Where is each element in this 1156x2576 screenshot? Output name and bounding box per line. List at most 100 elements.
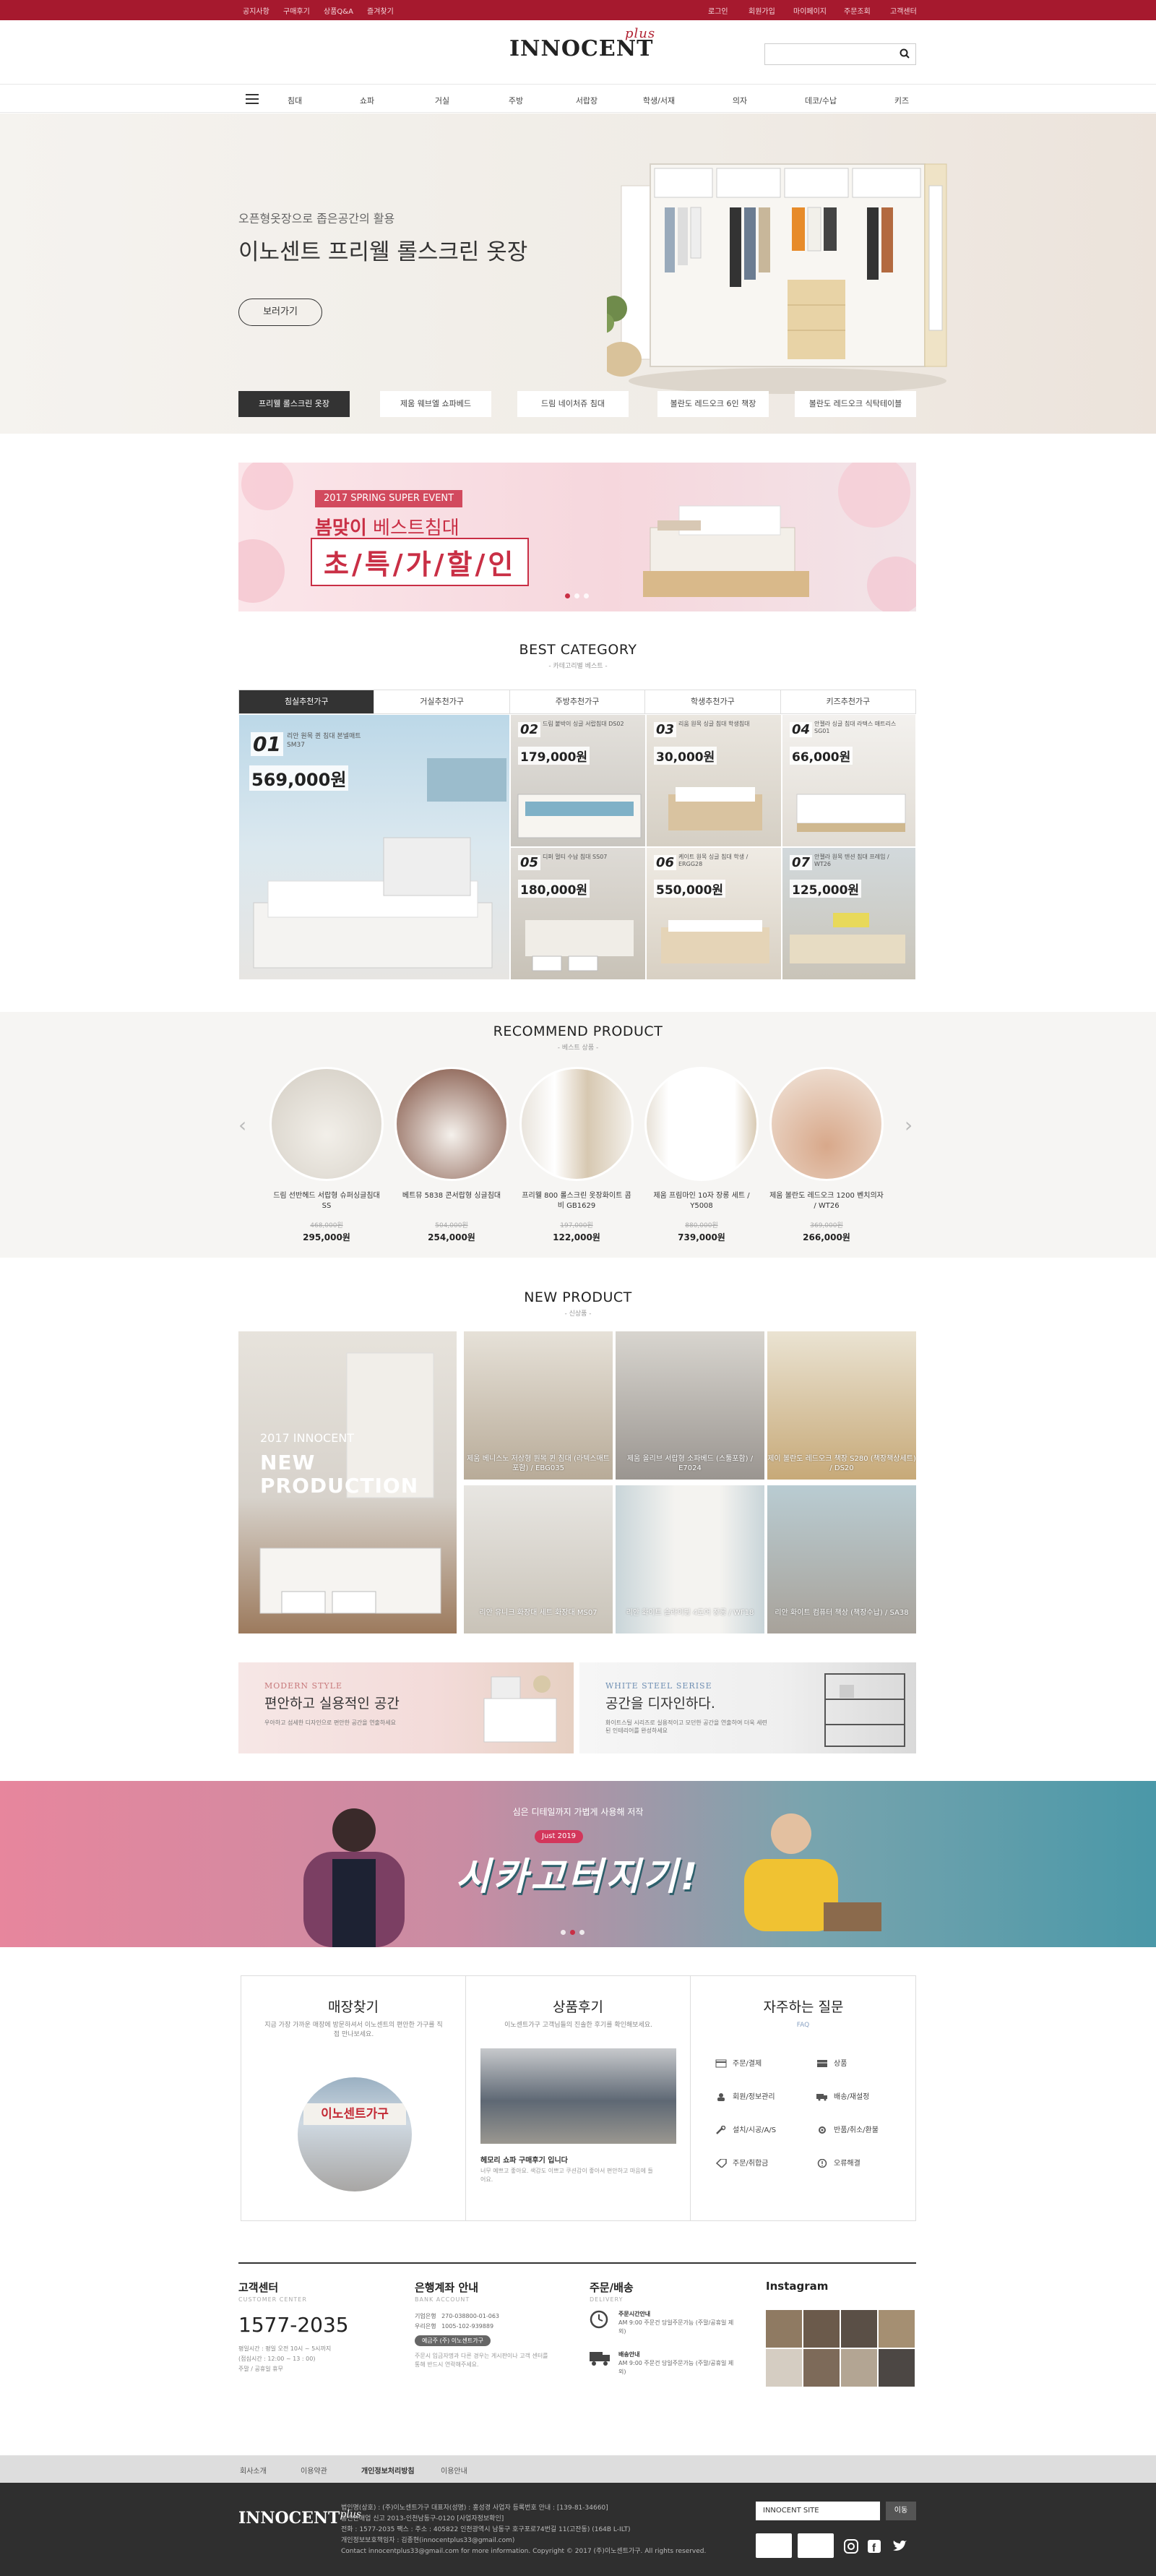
nav-item-kids[interactable]: 키즈: [894, 95, 909, 106]
site-go-button[interactable]: 이동: [886, 2502, 916, 2520]
hero-tab-5[interactable]: 볼란도 레드오크 식탁테이블: [795, 391, 916, 417]
tab-kitchen[interactable]: 주방추천가구: [509, 690, 646, 713]
chevron-left-icon[interactable]: ‹: [238, 1113, 246, 1137]
new-product-caption: 제움 베니스노 저상형 원목 퀸 침대 (라텍스매트포함) / EBG035: [467, 1455, 610, 1472]
banner-dots[interactable]: [565, 593, 589, 598]
top-link-favorite[interactable]: 즐겨찾기: [367, 5, 394, 16]
link-terms[interactable]: 이용약관: [301, 2465, 327, 2476]
faq-sub: FAQ: [796, 2022, 810, 2029]
product-name: 베트뮤 5838 콘서랍형 싱글침대: [402, 1192, 501, 1200]
hero-tab-1[interactable]: 프리웰 롤스크린 옷장: [238, 391, 350, 417]
instagram-photo[interactable]: [879, 2310, 915, 2348]
hero-tab-3[interactable]: 드림 네이처쥬 침대: [517, 391, 629, 417]
faq-item-payment[interactable]: 주문/결제: [715, 2057, 762, 2068]
instagram-photo[interactable]: [879, 2349, 915, 2387]
link-guide[interactable]: 이용안내: [441, 2465, 467, 2476]
bank-row2-label: 우리은행: [415, 2323, 436, 2330]
top-link-qna[interactable]: 상품Q&A: [324, 5, 353, 16]
faq-item-refund[interactable]: 반품/취소/환불: [816, 2124, 879, 2134]
faq[interactable]: 자주하는 질문 FAQ 주문/결제 상품 회원/정보관리 배송/재설정 설치/시…: [691, 1976, 916, 2220]
new-product-6[interactable]: 리안 화이트 컴퓨터 책상 (책장수납) / SA38: [767, 1485, 916, 1633]
facebook-icon[interactable]: f: [867, 2539, 881, 2554]
best-item-2[interactable]: 02 드림 붙박이 싱글 서랍침대 DS02 179,000원: [510, 714, 646, 847]
top-link-mypage[interactable]: 마이페이지: [793, 5, 827, 16]
link-privacy[interactable]: 개인정보처리방침: [361, 2465, 415, 2476]
tab-living[interactable]: 거실추천가구: [374, 690, 510, 713]
faq-item-deposit[interactable]: 주문/취합금: [715, 2157, 768, 2168]
best-item-7[interactable]: 07 안젤라 원목 텐션 침대 프레임 / WT26 125,000원: [782, 847, 916, 980]
nav-item-chair[interactable]: 의자: [733, 95, 747, 106]
store-finder[interactable]: 매장찾기 지금 가장 가까운 매장에 방문하셔서 이노센트의 편안한 가구를 직…: [241, 1976, 466, 2220]
tab-kids[interactable]: 키즈추천가구: [780, 690, 916, 713]
instagram-photo[interactable]: [803, 2310, 840, 2348]
instagram-photo[interactable]: [766, 2349, 802, 2387]
hero-tab-4[interactable]: 볼란도 레드오크 6인 책장: [657, 391, 769, 417]
spring-event-banner[interactable]: 2017 SPRING SUPER EVENT 봄맞이 베스트침대 초/특/가/…: [238, 463, 916, 611]
recommend-item-2[interactable]: 베트뮤 5838 콘서랍형 싱글침대 504,000원 254,000원: [394, 1067, 509, 1243]
promo-modern-style[interactable]: MODERN STYLE 편안하고 실용적인 공간 우아하고 섬세한 디자인으로…: [238, 1662, 574, 1753]
top-link-join[interactable]: 회원가입: [749, 5, 775, 16]
top-link-notice[interactable]: 공지사항: [243, 5, 269, 16]
celeb-banner-dots[interactable]: [561, 1930, 585, 1935]
brand-logo[interactable]: INNOCENT plus: [509, 26, 655, 61]
new-product-grid: 2017 INNOCENT NEW PRODUCTION 제움 베니스노 저상형…: [238, 1331, 916, 1633]
best-item-4[interactable]: 04 안젤라 싱글 침대 라텍스 매트리스 SG01 66,000원: [782, 714, 916, 847]
instagram-photo[interactable]: [841, 2310, 877, 2348]
top-link-cs[interactable]: 고객센터: [890, 5, 917, 16]
top-link-order[interactable]: 주문조회: [844, 5, 871, 16]
new-product-4[interactable]: 리안 유니크 화장대 세트 화장대 MS07: [464, 1485, 613, 1633]
nav-item-bed[interactable]: 침대: [288, 95, 302, 106]
best-item-6[interactable]: 06 케이트 원목 싱글 침대 학생 / ERGG28 550,000원: [646, 847, 782, 980]
hero-view-button[interactable]: 보러가기: [238, 299, 322, 326]
new-product-1[interactable]: 제움 베니스노 저상형 원목 퀸 침대 (라텍스매트포함) / EBG035: [464, 1331, 613, 1480]
best-item-1[interactable]: 01 리안 원목 퀸 침대 본넬매트 SM37 569,000원: [238, 714, 510, 980]
nav-item-deco[interactable]: 데코/수납: [805, 95, 837, 106]
recommend-item-3[interactable]: 프리웰 800 롤스크린 옷장화이트 콤비 GB1629 197,000원 12…: [519, 1067, 634, 1243]
item-price: 125,000원: [790, 880, 862, 898]
faq-item-delivery[interactable]: 배송/재설정: [816, 2090, 869, 2101]
search-icon[interactable]: [900, 48, 910, 59]
brand-plus: plus: [625, 26, 656, 41]
new-product-3[interactable]: 제이 볼란도 레드오크 책장 S280 (책장책상세트) / DS20: [767, 1331, 916, 1480]
celeb-event-banner[interactable]: 심은 디테일까지 가볍게 사용해 저작 Just 2019 시카고터지기!: [0, 1781, 1156, 1947]
recommend-item-5[interactable]: 제움 볼란도 레드오크 1200 벤치의자 / WT26 369,000원 26…: [769, 1067, 884, 1243]
footer-line: 개인정보보호책임자 : 김종현(innocentplus33@gmail.com…: [341, 2537, 515, 2544]
promo-white-steel[interactable]: WHITE STEEL SERISE 공간을 디자인하다. 화이트스틸 시리즈로…: [579, 1662, 916, 1753]
nav-item-kitchen[interactable]: 주방: [509, 95, 523, 106]
instagram-photo[interactable]: [803, 2349, 840, 2387]
best-item-3[interactable]: 03 리움 원목 싱글 침대 학생침대 30,000원: [646, 714, 782, 847]
product-price: 254,000원: [428, 1232, 475, 1242]
menu-icon[interactable]: [246, 94, 259, 104]
product-review[interactable]: 상품후기 이노센트가구 고객님들의 진솔한 후기를 확인해보세요. 헤모리 쇼파…: [466, 1976, 691, 2220]
faq-item-member[interactable]: 회원/정보관리: [715, 2090, 775, 2101]
link-company[interactable]: 회사소개: [240, 2465, 267, 2476]
nav-item-study[interactable]: 학생/서재: [643, 95, 675, 106]
site-select[interactable]: INNOCENT SITE: [756, 2502, 880, 2520]
new-product-5[interactable]: 리안 화이트 슬라이딩 4도어 장롱 / WF18: [616, 1485, 764, 1633]
faq-item-product[interactable]: 상품: [816, 2057, 847, 2068]
nav-item-drawer[interactable]: 서랍장: [576, 95, 598, 106]
page: 공지사항 구매후기 상품Q&A 즐겨찾기 로그인 회원가입 마이페이지 주문조회…: [0, 0, 1156, 2576]
recommend-item-1[interactable]: 드림 선반헤드 서랍형 슈퍼싱글침대SS 468,000원 295,000원: [269, 1067, 384, 1243]
instagram-photo[interactable]: [841, 2349, 877, 2387]
recommend-item-4[interactable]: 제움 프림마인 10자 장롱 세트 / Y5008 880,000원 739,0…: [644, 1067, 759, 1243]
top-link-login[interactable]: 로그인: [708, 5, 728, 16]
faq-item-error[interactable]: 오류해결: [816, 2157, 860, 2168]
faq-item-install[interactable]: 설치/시공/A/S: [715, 2124, 776, 2134]
instagram-icon[interactable]: [844, 2539, 858, 2554]
search-input[interactable]: [764, 43, 916, 65]
new-product-hero[interactable]: 2017 INNOCENT NEW PRODUCTION: [238, 1331, 457, 1633]
hero-tab-2[interactable]: 제움 웨브엘 쇼파베드: [380, 391, 491, 417]
bank-holder: 예금주 (주) 이노센트가구: [415, 2335, 491, 2346]
nav-item-living[interactable]: 거실: [435, 95, 449, 106]
tab-student[interactable]: 학생추천가구: [645, 690, 781, 713]
nav-item-sofa[interactable]: 쇼파: [360, 95, 374, 106]
chevron-right-icon[interactable]: ›: [905, 1113, 913, 1137]
twitter-icon[interactable]: [892, 2539, 907, 2554]
best-item-5[interactable]: 05 디퍼 멀티 수납 침대 SS07 180,000원: [510, 847, 646, 980]
instagram-photo[interactable]: [766, 2310, 802, 2348]
new-product-2[interactable]: 제움 올리브 서랍형 소파베드 (스툴포함) / E7024: [616, 1331, 764, 1480]
tab-bedroom[interactable]: 침실추천가구: [239, 690, 375, 713]
top-link-review[interactable]: 구매후기: [283, 5, 310, 16]
cs-phone[interactable]: 1577-2035: [238, 2313, 397, 2337]
